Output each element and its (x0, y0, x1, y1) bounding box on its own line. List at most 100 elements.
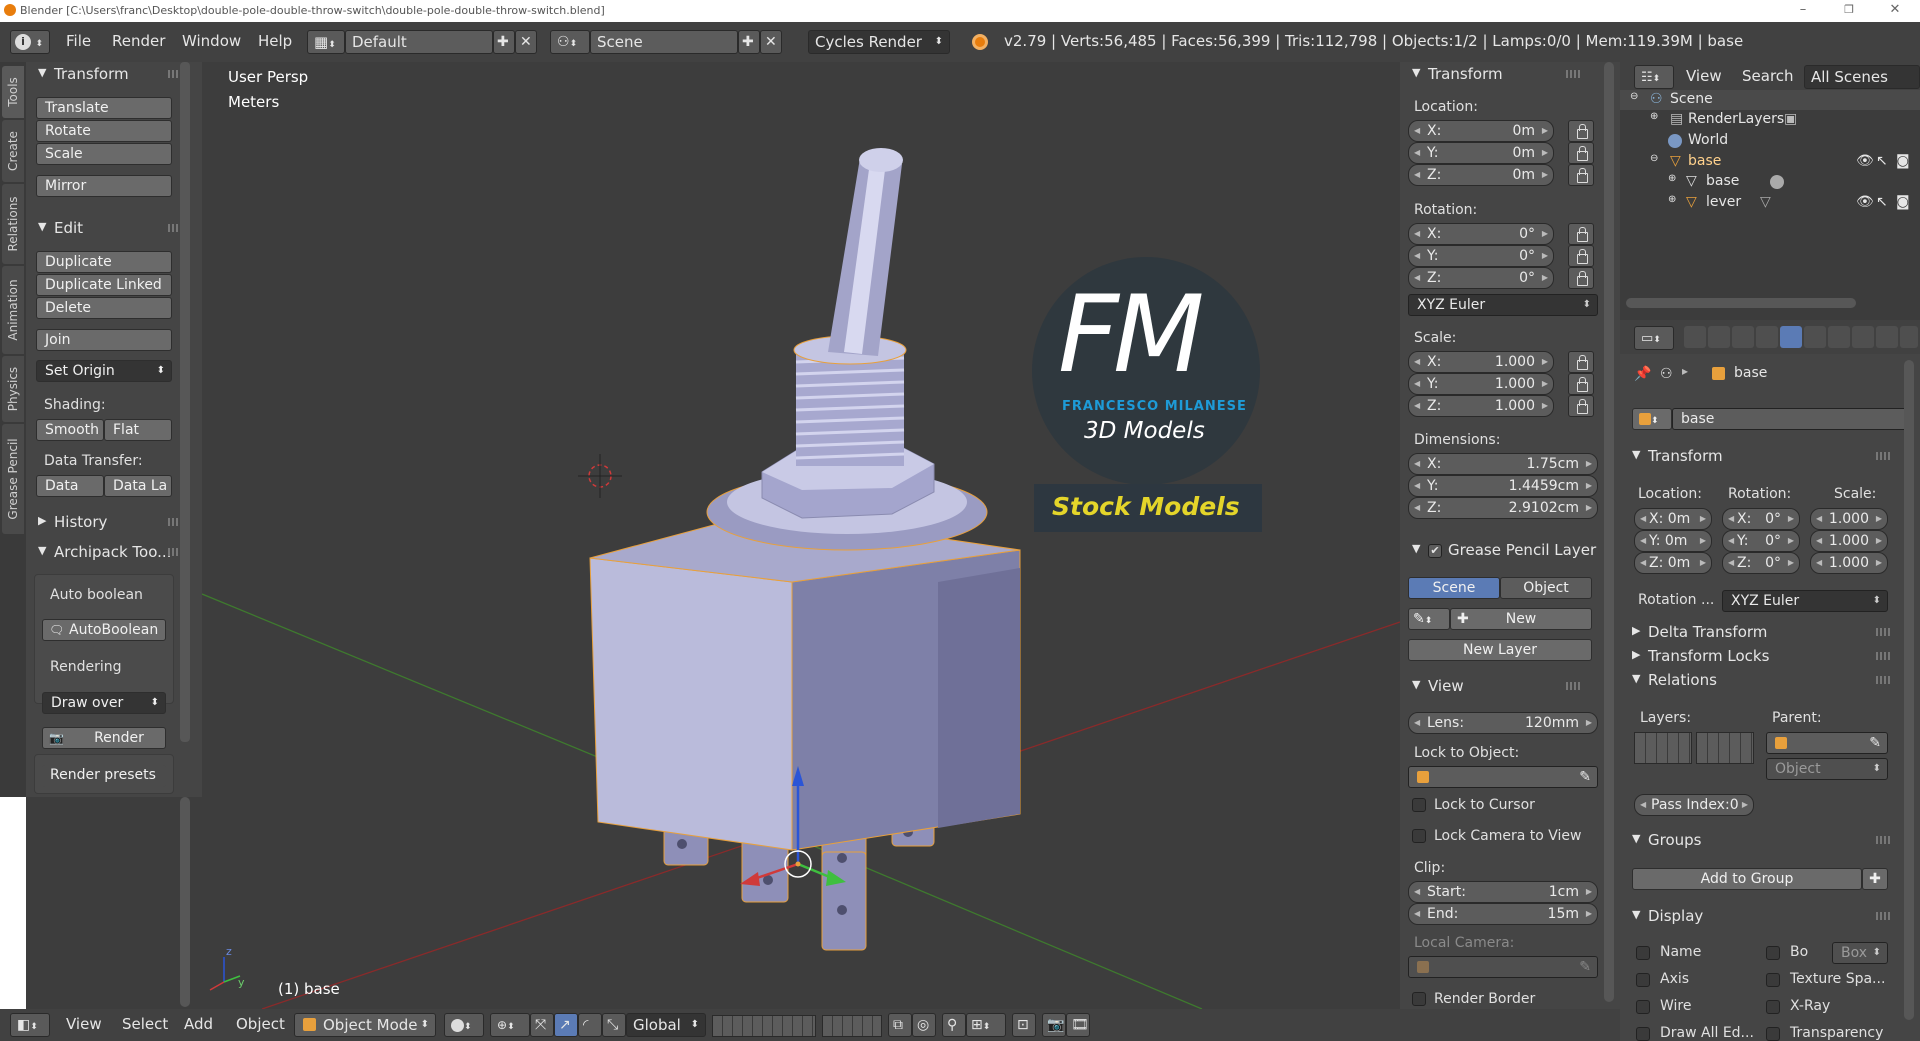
object-browse-button[interactable]: ⬍ (1632, 408, 1672, 430)
tab-tools[interactable]: Tools (2, 66, 24, 118)
scale-z-field[interactable]: ◀ Z: 1.000 ▶ (1408, 395, 1554, 417)
transform-locks-header[interactable]: ▶ Transform Locks (1620, 644, 1910, 670)
props-scale-x[interactable]: ◀ 1.000 ▶ (1810, 508, 1888, 530)
lock-to-cursor-checkbox[interactable] (1412, 798, 1426, 812)
add-group-plus-icon[interactable]: ✚ (1862, 868, 1888, 890)
outliner-editor-type[interactable]: ☷⬍ (1634, 65, 1674, 89)
lock-scale-x-icon[interactable] (1568, 351, 1594, 373)
rotation-x-field[interactable]: ◀ X: 0° ▶ (1408, 223, 1554, 245)
props-rotation-mode-select[interactable]: XYZ Euler ⬍ (1722, 590, 1888, 612)
drag-grip-icon[interactable] (1876, 836, 1892, 844)
relations-header[interactable]: ▼ Relations (1620, 668, 1910, 694)
opengl-animation-button[interactable]: 🎞 (1066, 1013, 1090, 1037)
dimensions-z-field[interactable]: ◀ Z: 2.9102cm ▶ (1408, 497, 1598, 519)
groups-header[interactable]: ▼ Groups (1620, 828, 1910, 854)
draw-all-edges-checkbox[interactable] (1636, 1027, 1650, 1041)
display-name-checkbox[interactable] (1636, 946, 1650, 960)
lock-rotation-z-icon[interactable] (1568, 267, 1594, 289)
autoboolean-button[interactable]: 🗨 AutoBoolean (42, 619, 166, 641)
world-tab-icon[interactable] (1756, 326, 1778, 348)
archipack-panel-header[interactable]: ▼ Archipack Too... (26, 540, 202, 566)
orientation-select[interactable]: Global ⬍ (626, 1013, 706, 1037)
viewport-scene[interactable]: z y (202, 62, 1400, 1009)
transform-panel-header[interactable]: ▼ Transform (26, 62, 202, 88)
snap-target-button[interactable]: ⊡ (1012, 1013, 1036, 1037)
render-engine-select[interactable]: Cycles Render ⬍ (808, 30, 950, 54)
lens-field[interactable]: ◀ Lens: 120mm ▶ (1408, 712, 1598, 734)
smooth-button[interactable]: Smooth (36, 419, 104, 441)
lock-rotation-x-icon[interactable] (1568, 223, 1594, 245)
clip-end-field[interactable]: ◀ End: 15m ▶ (1408, 903, 1598, 925)
translate-button[interactable]: Translate (36, 97, 172, 119)
lower-scrollbar[interactable] (180, 797, 190, 1007)
texture-tab-icon[interactable] (1900, 326, 1918, 348)
add-to-group-button[interactable]: Add to Group (1632, 868, 1862, 890)
expand-icon[interactable]: ⊕ (1668, 194, 1676, 205)
new-layer-button[interactable]: New Layer (1408, 639, 1592, 661)
renderability-camera-icon[interactable]: ◙ (1896, 153, 1910, 169)
outliner-item-base[interactable]: ⊖ ▽ base 👁 ↖ ◙ (1620, 152, 1920, 172)
object-layers-grid-2[interactable] (1696, 732, 1754, 764)
lock-location-x-icon[interactable] (1568, 120, 1594, 142)
proportional-edit-button[interactable]: ◎ (912, 1013, 936, 1037)
join-button[interactable]: Join (36, 329, 172, 351)
tab-grease-pencil[interactable]: Grease Pencil (2, 424, 24, 534)
gp-data-select[interactable]: ✎⬍ (1408, 608, 1450, 630)
duplicate-linked-button[interactable]: Duplicate Linked (36, 274, 172, 296)
edit-panel-header[interactable]: ▼ Edit (26, 216, 202, 242)
properties-scrollbar[interactable] (1904, 360, 1914, 1020)
outliner-item-world[interactable]: World (1620, 131, 1920, 151)
layer-buttons-2[interactable] (822, 1015, 882, 1037)
drag-grip-icon[interactable] (1566, 70, 1582, 78)
rotation-y-field[interactable]: ◀ Y: 0° ▶ (1408, 245, 1554, 267)
material-tab-icon[interactable] (1876, 326, 1898, 348)
menu-add[interactable]: Add (184, 1015, 213, 1033)
add-scene-button[interactable]: ✚ (738, 30, 760, 54)
props-transform-header[interactable]: ▼ Transform (1620, 444, 1910, 470)
drag-grip-icon[interactable] (1876, 652, 1892, 660)
scene-field[interactable]: Scene (590, 30, 738, 54)
clip-start-field[interactable]: ◀ Start: 1cm ▶ (1408, 881, 1598, 903)
lock-scale-z-icon[interactable] (1568, 395, 1594, 417)
menu-render[interactable]: Render (112, 32, 165, 50)
render-border-checkbox[interactable] (1412, 992, 1426, 1006)
lock-scale-y-icon[interactable] (1568, 373, 1594, 395)
drag-grip-icon[interactable] (1876, 452, 1892, 460)
delete-button[interactable]: Delete (36, 297, 172, 319)
props-location-z[interactable]: ◀ Z: 0m ▶ (1634, 552, 1712, 574)
snap-element-select[interactable]: ⊞⬍ (966, 1013, 1006, 1037)
location-x-field[interactable]: ◀ X: 0m ▶ (1408, 120, 1554, 142)
location-y-field[interactable]: ◀ Y: 0m ▶ (1408, 142, 1554, 164)
location-z-field[interactable]: ◀ Z: 0m ▶ (1408, 164, 1554, 186)
scene-icon[interactable]: ⚇⬍ (550, 30, 590, 54)
properties-editor-type[interactable]: ▭⬍ (1634, 326, 1674, 350)
props-location-x[interactable]: ◀ X: 0m ▶ (1634, 508, 1712, 530)
duplicate-button[interactable]: Duplicate (36, 251, 172, 273)
visibility-eye-icon[interactable]: 👁 (1856, 153, 1874, 169)
visibility-eye-icon[interactable]: 👁 (1856, 194, 1874, 210)
layer-buttons-1[interactable] (712, 1015, 816, 1037)
view-panel-header[interactable]: ▼ View (1400, 674, 1600, 700)
parent-type-select[interactable]: Object ⬍ (1766, 758, 1888, 780)
display-axis-checkbox[interactable] (1636, 973, 1650, 987)
render-presets-menu[interactable]: Render presets ... (42, 765, 166, 803)
draw-over-select[interactable]: Draw over ⬍ (42, 692, 166, 714)
renderability-camera-icon[interactable]: ◙ (1896, 194, 1910, 210)
menu-window[interactable]: Window (182, 32, 241, 50)
lock-object-field[interactable]: ✎ (1408, 766, 1598, 788)
lock-location-z-icon[interactable] (1568, 164, 1594, 186)
delta-transform-header[interactable]: ▶ Delta Transform (1620, 620, 1910, 646)
menu-select[interactable]: Select (122, 1015, 168, 1033)
selectability-cursor-icon[interactable]: ↖ (1876, 194, 1888, 210)
expand-icon[interactable]: ⊕ (1650, 111, 1658, 122)
lock-rotation-y-icon[interactable] (1568, 245, 1594, 267)
gp-scene-button[interactable]: Scene (1408, 577, 1500, 599)
remove-scene-button[interactable]: ✕ (760, 30, 782, 54)
outliner-item-lever[interactable]: ⊕ ▽ lever ▽ 👁 ↖ ◙ (1620, 193, 1920, 213)
outliner-menu-view[interactable]: View (1686, 67, 1722, 85)
display-wire-checkbox[interactable] (1636, 1000, 1650, 1014)
object-name-field[interactable]: base (1672, 408, 1908, 430)
screen-layout-field[interactable]: Default (345, 30, 493, 54)
x-ray-checkbox[interactable] (1766, 1000, 1780, 1014)
modifiers-tab-icon[interactable] (1828, 326, 1850, 348)
